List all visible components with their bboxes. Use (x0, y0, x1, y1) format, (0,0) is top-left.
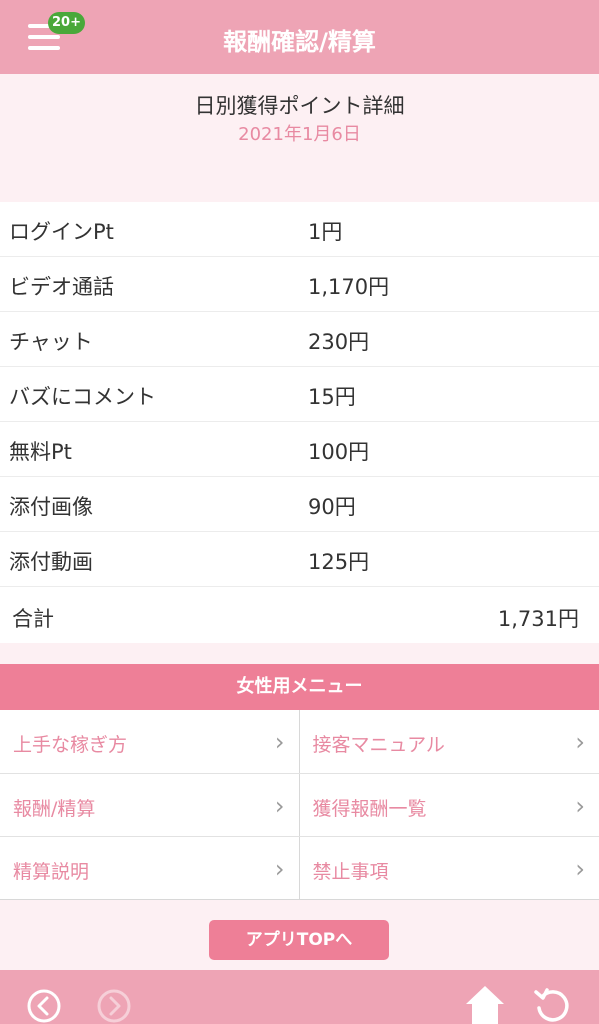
menu-item-rewards-settlement[interactable]: 報酬/精算 › (0, 774, 300, 836)
menu-item-label: 獲得報酬一覧 (312, 798, 427, 820)
forward-icon[interactable] (96, 988, 132, 1024)
menu-item-service-manual[interactable]: 接客マニュアル › (300, 710, 599, 773)
row-value: 1,170円 (308, 275, 390, 299)
table-row: 添付動画 125円 (0, 532, 599, 587)
table-row: バズにコメント 15円 (0, 367, 599, 422)
table-row: 無料Pt 100円 (0, 422, 599, 477)
menu-heading: 女性用メニュー (0, 664, 599, 710)
detail-date: 2021年1月6日 (238, 124, 361, 145)
page-title: 報酬確認/精算 (223, 28, 376, 56)
reload-icon[interactable] (533, 986, 571, 1024)
app-top-button[interactable]: アプリTOPへ (209, 920, 389, 960)
table-row: チャット 230円 (0, 312, 599, 367)
menu-item-rewards-list[interactable]: 獲得報酬一覧 › (300, 774, 599, 836)
chevron-right-icon: › (274, 792, 285, 820)
row-value: 90円 (308, 495, 356, 519)
menu-item-settlement-guide[interactable]: 精算説明 › (0, 837, 300, 899)
row-value: 1円 (308, 220, 343, 244)
row-value: 230円 (308, 330, 370, 354)
menu-item-label: 上手な稼ぎ方 (13, 734, 128, 756)
row-value: 15円 (308, 385, 356, 409)
row-label: チャット (9, 330, 93, 354)
row-label: 無料Pt (9, 440, 72, 464)
menu-item-label: 接客マニュアル (312, 734, 445, 756)
chevron-right-icon: › (274, 728, 285, 756)
browser-toolbar (0, 970, 599, 1024)
menu-item-prohibited[interactable]: 禁止事項 › (300, 837, 599, 899)
menu-item-label: 報酬/精算 (13, 798, 96, 820)
row-label: ビデオ通話 (9, 275, 114, 299)
detail-header: 日別獲得ポイント詳細 2021年1月6日 (0, 74, 599, 202)
chevron-right-icon: › (575, 792, 585, 820)
total-label: 合計 (12, 607, 54, 631)
menu-item-label: 禁止事項 (312, 861, 389, 883)
chevron-right-icon: › (575, 855, 585, 883)
chevron-right-icon: › (575, 728, 585, 756)
table-row: ビデオ通話 1,170円 (0, 257, 599, 312)
back-icon[interactable] (26, 988, 62, 1024)
chevron-right-icon: › (274, 855, 285, 883)
menu-item-earning-tips[interactable]: 上手な稼ぎ方 › (0, 710, 300, 773)
total-value: 1,731円 (497, 607, 579, 631)
row-value: 100円 (308, 440, 370, 464)
table-row: 添付画像 90円 (0, 477, 599, 532)
points-table: ログインPt 1円 ビデオ通話 1,170円 チャット 230円 バズにコメント… (0, 202, 599, 643)
row-label: 添付動画 (9, 550, 93, 574)
home-icon[interactable] (464, 984, 506, 1024)
menu-item-label: 精算説明 (13, 861, 90, 883)
row-label: 添付画像 (9, 495, 93, 519)
total-row: 合計 1,731円 (0, 587, 599, 643)
detail-heading: 日別獲得ポイント詳細 (194, 94, 405, 118)
menu-grid: 上手な稼ぎ方 › 接客マニュアル › 報酬/精算 › 獲得報酬一覧 › 精算説明… (0, 710, 599, 900)
row-label: ログインPt (9, 220, 114, 244)
app-header: 20+ 報酬確認/精算 (0, 0, 599, 74)
table-row: ログインPt 1円 (0, 202, 599, 257)
row-value: 125円 (308, 550, 370, 574)
row-label: バズにコメント (9, 385, 156, 409)
